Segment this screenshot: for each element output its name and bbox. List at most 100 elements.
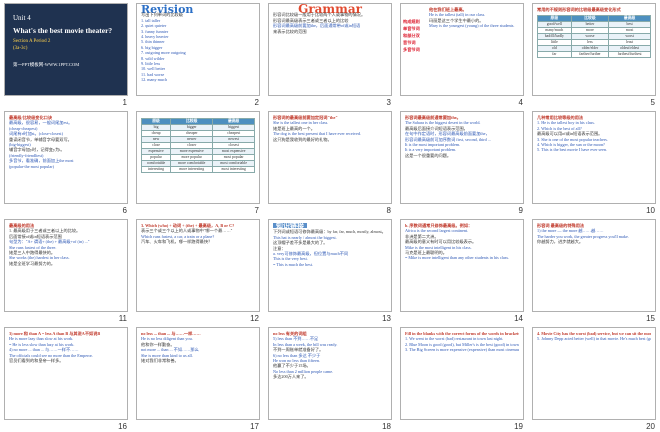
table-row: far farther/further farthest/furthest [537, 51, 651, 59]
slide-number: 11 [118, 314, 127, 323]
slide-preview: 知识链接 下列词或短语可修饰最高级：by far, far, much, most… [268, 219, 392, 312]
slide-text-line: = Mike is more intelligent than any othe… [405, 255, 510, 261]
slide-number: 1 [122, 98, 127, 107]
side-label: 多音节词 [403, 47, 420, 52]
comparison-table: 原级 比较级 最高级 good/well better best many/much more… [537, 15, 651, 59]
slide-thumbnail-19[interactable]: Fill in the blanks with the correct form… [396, 324, 528, 432]
slide-preview: 最高级/比较级变化口诀 最高级，很容易，一般词尾加est。 (cheap-cheap… [4, 111, 128, 204]
slide-preview: 3) more 和 than A = less A than B 与其说A不如说… [4, 327, 128, 420]
slide-text-line: (3a-3c) [13, 46, 28, 51]
slide-thumbnail-8[interactable]: 形容词的最高级前要加定冠词"the" She is the tallest one… [264, 108, 396, 216]
slide-text-line: 第一PPT模板网-WWW.1PPT.COM [13, 62, 80, 67]
table-row: 原级 比较级 最高级 [537, 15, 651, 23]
slide-thumbnail-9[interactable]: 形容词最高级前通常要加the。 The Sahara is the biggest… [396, 108, 528, 216]
table-row: old older/elder oldest/eldest [537, 45, 651, 53]
side-label: 构成规则 [403, 19, 420, 24]
slide-text-line: 12. many much [141, 77, 167, 83]
slide-number: 3 [386, 98, 391, 107]
slide-sorter-grid: Unit 4 What's the best movie theater? Sect… [0, 0, 660, 432]
side-label: 单音节词 [403, 26, 420, 31]
slide-text-line: 5. Johnny Depp acted better (well) in th… [537, 336, 651, 342]
table-cell: more interesting [170, 166, 214, 173]
table-row: interesting more interesting most interest… [140, 166, 255, 173]
slide-thumbnail-7[interactable]: 原级原级比较级最高级bigbiggerbiggestcheapcheaperch… [132, 108, 264, 216]
slide-thumbnail-20[interactable]: 4. Movie City has the worst (bad) servic… [528, 324, 660, 432]
slide-text-line: 她对我们非常和善。 [141, 358, 179, 364]
slide-heading: 知识链接 [273, 222, 307, 229]
slide-preview: 4. Movie City has the worst (bad) servic… [532, 327, 656, 420]
slide-preview: 构成规则 单音节词 和部分双 音节词 多音节词 他在我们班上最高。 He is the ta… [400, 3, 524, 96]
table-cell: farther/further [570, 51, 610, 59]
slide-thumbnail-3[interactable]: Grammar 形容词比较级一般用于比较两个人或事物的情况。 形容词最高级表示三者或… [264, 0, 396, 108]
slide-thumbnail-13[interactable]: 知识链接 下列词或短语可修饰最高级：by far, far, much, most… [264, 216, 396, 324]
slide-preview: 形容词的最高级前要加定冠词"the" She is the tallest one… [268, 111, 392, 204]
slide-text-line: 这是一个很重要的问题。 [405, 152, 452, 158]
slide-thumbnail-14[interactable]: b. 序数词通常只修饰最高级。例如： Africa is the second l… [396, 216, 528, 324]
slide-preview: no less 有关的词组 5) less than 不到……不足 In less … [268, 327, 392, 420]
slide-number: 15 [646, 314, 655, 323]
table-row: comfortable more comfortable most comforta… [140, 160, 255, 167]
slide-text-line: Mary is the youngest (young) of the thre… [429, 23, 515, 29]
slide-number: 13 [382, 314, 391, 323]
slide-thumbnail-5[interactable]: 常用的不规则形容词的比较级最高级变化形式 原级 比较级 最高级 good/well bet… [528, 0, 660, 108]
slide-number: 7 [254, 206, 259, 215]
slide-text-line: Unit 4 [13, 14, 31, 22]
slide-thumbnail-1[interactable]: Unit 4 What's the best movie theater? Sect… [0, 0, 132, 108]
side-label: 和部分双 [403, 33, 420, 38]
slide-preview: 原级原级比较级最高级bigbiggerbiggestcheapcheaperch… [136, 111, 260, 204]
slide-number: 20 [646, 422, 655, 431]
table-row: expensive more expensive most expensive [140, 148, 255, 155]
slide-preview: 常用的不规则形容词的比较级最高级变化形式 原级 比较级 最高级 good/well bet… [532, 3, 656, 96]
slide-text-line: = This is much the best. [273, 261, 313, 267]
slide-preview: 几种常用比较等级的用法 1. He is the tallest boy in h… [532, 111, 656, 204]
table-row: popular more popular most popular [140, 154, 255, 161]
slide-text-line: 来表示比较的范围 [273, 28, 307, 34]
slide-thumbnail-15[interactable]: 形容词 最高级的特殊用法 1) the more — the more 越……越…… [528, 216, 660, 324]
slide-preview: Fill in the blanks with the correct form… [400, 327, 524, 420]
slide-thumbnail-16[interactable]: 3) more 和 than A = less A than B 与其说A不如说… [0, 324, 132, 432]
slide-thumbnail-2[interactable]: Revision 写出下列单词的比较级 1. tall taller 2. quiet… [132, 0, 264, 108]
slide-thumbnail-12[interactable]: 3. Which (who) + 动词 + (the) + 最高级，A, B o… [132, 216, 264, 324]
slide-number: 6 [122, 206, 127, 215]
slide-number: 19 [514, 422, 523, 431]
slide-number: 10 [646, 206, 655, 215]
slide-number: 2 [254, 98, 259, 107]
slide-preview: 最高级的用法 1. 最高级用于三者或三者以上的比较。 后面常接of或in短语表示范围… [4, 219, 128, 312]
slide-preview: no less ... than ... 与……一样…… He is no les… [136, 327, 260, 420]
slide-preview: Grammar 形容词比较级一般用于比较两个人或事物的情况。 形容词最高级表示三者或… [268, 3, 392, 96]
slide-thumbnail-11[interactable]: 最高级的用法 1. 最高级用于三者或三者以上的比较。 后面常接of或in短语表示范围… [0, 216, 132, 324]
slide-preview: Revision 写出下列单词的比较级 1. tall taller 2. quiet… [136, 3, 260, 96]
slide-text-line: Section A Period 2 [13, 39, 51, 44]
slide-thumbnail-4[interactable]: 构成规则 单音节词 和部分双 音节词 多音节词 他在我们班上最高。 He is the ta… [396, 0, 528, 108]
slide-number: 12 [250, 314, 259, 323]
slide-preview: b. 序数词通常只修饰最高级。例如： Africa is the second l… [400, 219, 524, 312]
slide-preview: 形容词 最高级的特殊用法 1) the more — the more 越……越…… [532, 219, 656, 312]
slide-thumbnail-18[interactable]: no less 有关的词组 5) less than 不到……不足 In less … [264, 324, 396, 432]
slide-thumbnail-17[interactable]: no less ... than ... 与……一样…… He is no les… [132, 324, 264, 432]
slide-text-line: 官员们看到的和皇帝一样多。 [9, 358, 64, 364]
slide-preview: 3. Which (who) + 动词 + (the) + 最高级，A, B o… [136, 219, 260, 312]
slide-number: 16 [118, 422, 127, 431]
table-cell: farthest/furthest [608, 51, 651, 59]
slide-number: 8 [386, 206, 391, 215]
slide-text-line: (popular-the most popular) [9, 163, 55, 169]
slide-number: 4 [518, 98, 523, 107]
slide-number: 14 [514, 314, 523, 323]
slide-number: 5 [650, 98, 655, 107]
table-cell: interesting [140, 166, 172, 173]
table-cell: far [537, 51, 572, 59]
slide-text-line: 你越努力，进步就越大。 [537, 239, 584, 245]
table-cell: most interesting [212, 166, 255, 173]
slide-text-line: 汽车、火车和飞机，哪一样跑得最快？ [141, 239, 213, 245]
slide-text-line: 她是全班学习最努力的。 [9, 260, 56, 266]
slide-number: 17 [250, 422, 259, 431]
side-labels: 构成规则单音节词和部分双音节词多音节词 [403, 18, 423, 53]
slide-thumbnail-10[interactable]: 几种常用比较等级的用法 1. He is the tallest boy in h… [528, 108, 660, 216]
slide-preview: 形容词最高级前通常要加the。 The Sahara is the biggest… [400, 111, 524, 204]
slide-number: 18 [382, 422, 391, 431]
slide-thumbnail-6[interactable]: 最高级/比较级变化口诀 最高级，很容易，一般词尾加est。 (cheap-cheap… [0, 108, 132, 216]
slide-number: 9 [518, 206, 523, 215]
table-row: bad/ill/badly worse worst [537, 33, 651, 41]
side-label: 音节词 [403, 40, 416, 45]
comparison-table: 原级 比较级 最高级 big bigger biggest cheap cheaper chea… [140, 118, 255, 173]
